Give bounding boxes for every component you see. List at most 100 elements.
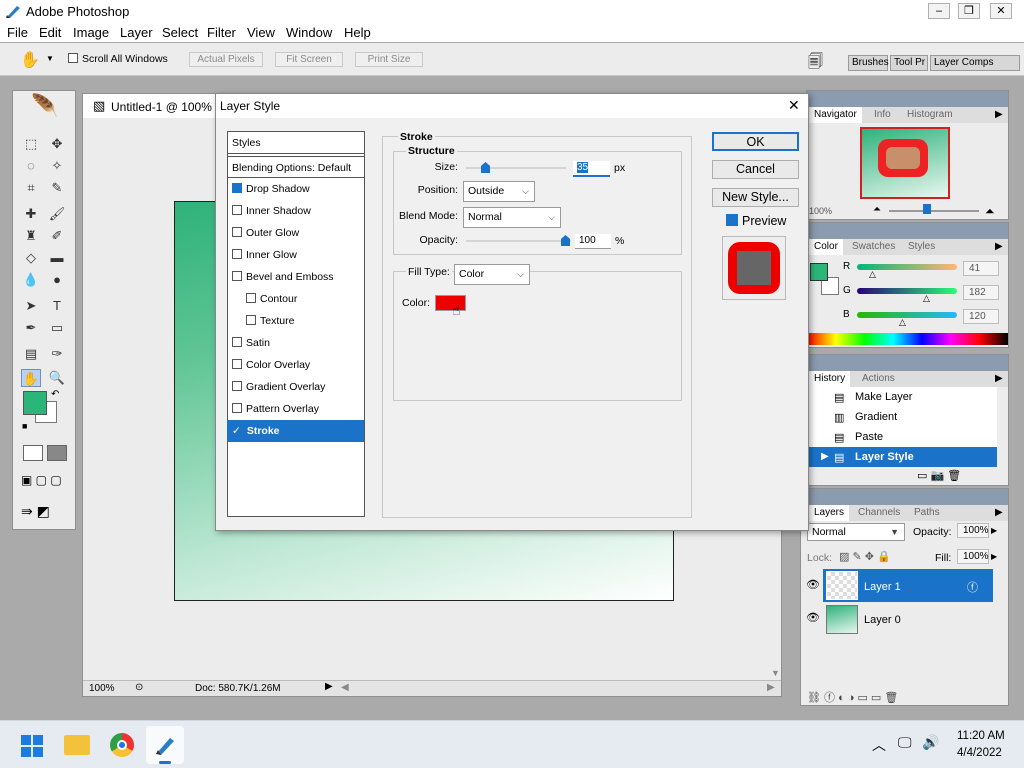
fit-screen-button[interactable]: Fit Screen [275, 52, 343, 67]
zoom-slider-thumb[interactable] [923, 204, 931, 214]
layer-effects-icon[interactable]: ⓕ [967, 579, 978, 595]
style-inner-glow[interactable]: Inner Glow [227, 244, 364, 266]
checkbox-icon[interactable] [246, 293, 256, 303]
panel-menu-icon[interactable]: ▶ [995, 241, 1003, 252]
eye-icon[interactable]: 👁 [806, 578, 820, 591]
style-gradient-overlay[interactable]: Gradient Overlay [227, 376, 364, 398]
foreground-color-swatch[interactable] [23, 391, 47, 415]
eraser-tool-icon[interactable]: ◇ [21, 249, 41, 267]
network-icon[interactable]: 🖵 [898, 734, 912, 751]
b-slider[interactable] [857, 312, 957, 318]
eyedropper-icon[interactable]: ✑ [47, 345, 67, 363]
fill-arrow-icon[interactable]: ▶ [991, 552, 997, 561]
checkbox-icon[interactable] [232, 205, 242, 215]
screen-mode-icons[interactable]: ▣ ▢ ▢ [21, 473, 69, 489]
blend-mode-select[interactable]: Normal ▼ [807, 523, 905, 541]
opacity-value[interactable]: 100% [957, 523, 989, 538]
style-stroke[interactable]: ✓ Stroke [227, 420, 364, 442]
menu-filter[interactable]: Filter [207, 25, 236, 40]
cancel-button[interactable]: Cancel [712, 160, 799, 179]
start-icon[interactable] [21, 735, 43, 757]
menu-window[interactable]: Window [286, 25, 332, 40]
zoom-in-icon[interactable]: ⏶ [985, 204, 995, 219]
panel-menu-icon[interactable]: ▶ [995, 109, 1003, 120]
style-drop-shadow[interactable]: Drop Shadow [227, 178, 364, 200]
tab-layers[interactable]: Layers [809, 505, 850, 521]
volume-icon[interactable]: 🔊 [922, 734, 939, 751]
checkbox-icon[interactable] [232, 249, 242, 259]
panel-menu-icon[interactable]: ▶ [995, 373, 1003, 384]
notes-tool-icon[interactable]: ▤ [21, 345, 41, 363]
tab-tool-presets[interactable]: Tool Pr [890, 55, 928, 71]
tab-channels[interactable]: Channels [853, 505, 905, 521]
style-inner-shadow[interactable]: Inner Shadow [227, 200, 364, 222]
blend-mode-dropdown[interactable]: Normal ⌵ [463, 207, 561, 228]
color-ramp[interactable] [807, 333, 1008, 345]
file-browser-icon[interactable]: 🗐 [808, 51, 823, 76]
opacity-input[interactable]: 100 [575, 234, 611, 249]
chevron-up-icon[interactable]: ︿ [872, 735, 886, 755]
photoshop-taskbar-button[interactable] [146, 726, 184, 764]
magic-wand-icon[interactable]: ✧ [47, 157, 67, 175]
scroll-all-windows-checkbox[interactable]: Scroll All Windows [68, 53, 168, 65]
checkbox-icon[interactable] [232, 271, 242, 281]
fill-value[interactable]: 100% [957, 549, 989, 564]
chevron-down-icon[interactable]: ▼ [46, 54, 54, 63]
panel-menu-icon[interactable]: ▶ [995, 507, 1003, 518]
tab-navigator[interactable]: Navigator [809, 107, 862, 123]
r-slider-thumb[interactable]: △ [869, 269, 876, 280]
marquee-tool-icon[interactable]: ⬚ [21, 135, 41, 153]
actual-pixels-button[interactable]: Actual Pixels [189, 52, 263, 67]
color-fg-swatch[interactable] [810, 263, 828, 281]
gradient-tool-icon[interactable]: ▬ [47, 249, 67, 267]
dialog-close-button[interactable]: ✕ [788, 97, 800, 114]
style-outer-glow[interactable]: Outer Glow [227, 222, 364, 244]
scroll-right-icon[interactable]: ▶ [767, 682, 775, 693]
pen-tool-icon[interactable]: ✒ [21, 319, 41, 337]
new-style-button[interactable]: New Style... [712, 188, 799, 207]
clock-date[interactable]: 4/4/2022 [957, 747, 1002, 759]
clone-stamp-icon[interactable]: ♜ [21, 227, 41, 245]
checkbox-icon[interactable] [232, 403, 242, 413]
b-value[interactable]: 120 [963, 309, 999, 324]
status-icon[interactable]: ⊙ [135, 682, 143, 693]
tab-styles[interactable]: Styles [903, 239, 940, 255]
zoom-level[interactable]: 100% [89, 683, 115, 694]
hand-tool-icon[interactable]: ✋ [21, 369, 41, 387]
scroll-left-icon[interactable]: ◀ [341, 682, 349, 693]
menu-edit[interactable]: Edit [39, 25, 61, 40]
lasso-tool-icon[interactable]: ◌ [21, 157, 41, 175]
layer-name[interactable]: Layer 1 [864, 581, 901, 593]
slice-tool-icon[interactable]: ✎ [47, 179, 67, 197]
style-color-overlay[interactable]: Color Overlay [227, 354, 364, 376]
style-contour[interactable]: Contour [227, 288, 364, 310]
g-value[interactable]: 182 [963, 285, 999, 300]
layer-name[interactable]: Layer 0 [864, 614, 901, 626]
blur-tool-icon[interactable]: 💧 [21, 271, 41, 289]
zoom-tool-icon[interactable]: 🔍 [47, 369, 67, 387]
checkbox-checked-icon[interactable] [726, 214, 738, 226]
checkbox-icon[interactable] [232, 227, 242, 237]
dodge-tool-icon[interactable]: ● [47, 271, 67, 289]
preview-checkbox[interactable]: Preview [726, 214, 786, 228]
g-slider[interactable] [857, 288, 957, 294]
jump-to-imageready-icon[interactable]: ⇛ ◩ [21, 503, 69, 521]
healing-brush-icon[interactable]: ✚ [21, 205, 41, 223]
zoom-out-icon[interactable]: ⏶ [873, 204, 881, 215]
eye-icon[interactable]: 👁 [806, 611, 820, 624]
blending-options[interactable]: Blending Options: Default [227, 156, 364, 178]
checkbox-icon[interactable] [232, 337, 242, 347]
clock-time[interactable]: 11:20 AM [957, 730, 1005, 742]
type-tool-icon[interactable]: T [47, 297, 67, 315]
status-menu-arrow-icon[interactable]: ▶ [325, 681, 333, 692]
tab-brushes[interactable]: Brushes [848, 55, 889, 71]
minimize-button[interactable]: – [928, 3, 950, 19]
position-select[interactable]: Outside ⌵ [463, 181, 535, 202]
shape-tool-icon[interactable]: ▭ [47, 319, 67, 337]
tab-history[interactable]: History [809, 371, 851, 387]
brush-tool-icon[interactable]: 🖌 [47, 205, 67, 223]
tab-histogram[interactable]: Histogram [902, 107, 958, 123]
menu-help[interactable]: Help [344, 25, 371, 40]
menu-image[interactable]: Image [73, 25, 109, 40]
opacity-arrow-icon[interactable]: ▶ [991, 526, 997, 535]
